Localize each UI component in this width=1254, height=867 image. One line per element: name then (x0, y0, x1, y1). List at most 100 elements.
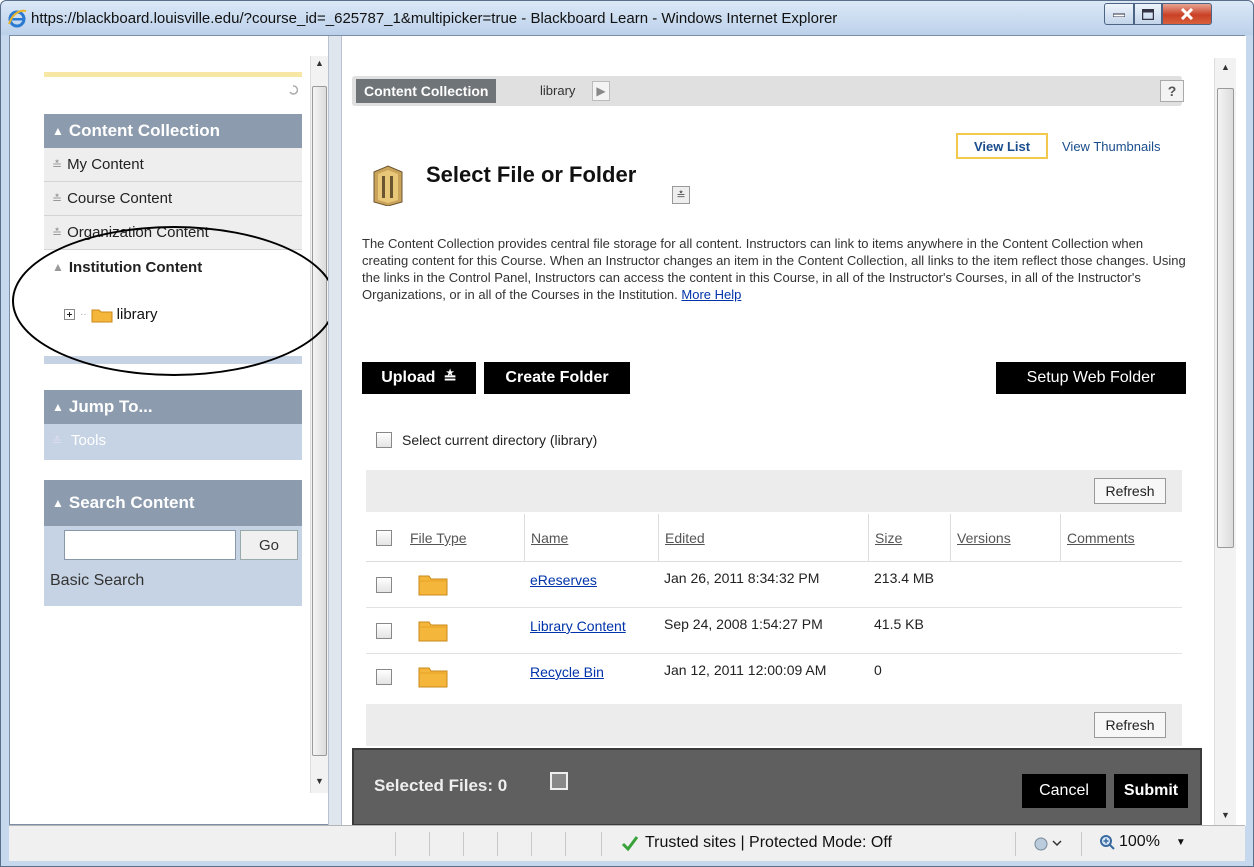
column-edited[interactable]: Edited (658, 514, 868, 562)
refresh-button[interactable]: Refresh (1094, 712, 1166, 738)
internet-explorer-icon (8, 9, 27, 28)
status-divider (1081, 832, 1082, 856)
select-directory-checkbox[interactable] (376, 432, 392, 448)
table-row: Recycle Bin Jan 12, 2011 12:00:09 AM 0 (366, 654, 1182, 700)
security-zone[interactable]: Trusted sites | Protected Mode: Off (621, 834, 892, 852)
status-divider (601, 832, 602, 856)
search-content-header[interactable]: ▲ Search Content (44, 480, 302, 526)
browser-window: https://blackboard.louisville.edu/?cours… (0, 0, 1254, 867)
cancel-button[interactable]: Cancel (1022, 774, 1106, 808)
sidebar-item-course-content[interactable]: ≛ Course Content (44, 182, 302, 216)
search-panel: Go Basic Search (44, 526, 302, 606)
status-divider (497, 832, 498, 856)
table-toolbar-bottom: Refresh (366, 704, 1182, 746)
left-pane-highlight (44, 72, 302, 77)
help-button[interactable]: ? (1160, 80, 1184, 102)
sidebar-item-my-content[interactable]: ≛ My Content (44, 148, 302, 182)
expand-chevron-icon: ≛ (52, 191, 63, 206)
right-pane: Content Collection library ▶ ? View List… (342, 36, 1246, 826)
table-row: Library Content Sep 24, 2008 1:54:27 PM … (366, 608, 1182, 654)
view-list-button[interactable]: View List (956, 133, 1048, 159)
create-folder-button[interactable]: Create Folder (484, 362, 630, 394)
left-pane-vertical-scrollbar[interactable]: ▲ ▼ (310, 56, 328, 793)
close-button[interactable] (1162, 3, 1212, 25)
status-bar: Trusted sites | Protected Mode: Off 100%… (9, 825, 1245, 861)
file-name-link[interactable]: Recycle Bin (530, 664, 604, 680)
column-versions[interactable]: Versions (950, 514, 1060, 562)
file-size: 213.4 MB (874, 570, 934, 586)
dropdown-arrow-icon: ▼ (1175, 836, 1186, 848)
status-divider (565, 832, 566, 856)
minimize-button[interactable] (1104, 3, 1134, 25)
scroll-up-icon[interactable]: ▲ (1221, 62, 1230, 72)
go-button[interactable]: Go (240, 530, 298, 560)
expand-chevron-icon: ≛ (52, 157, 63, 172)
upload-button[interactable]: Upload ≛ (362, 362, 476, 394)
maximize-button[interactable] (1134, 3, 1162, 25)
file-size: 0 (874, 662, 882, 678)
folder-icon (418, 575, 448, 596)
sidebar-item-tools[interactable]: Tools (71, 432, 106, 449)
selection-footer: Selected Files: 0 Cancel Submit (352, 748, 1202, 826)
basic-search-link[interactable]: Basic Search (50, 572, 144, 590)
column-size[interactable]: Size (868, 514, 950, 562)
file-size: 41.5 KB (874, 616, 924, 632)
collapse-icon: ▲ (52, 496, 64, 510)
status-divider (429, 832, 430, 856)
status-divider (531, 832, 532, 856)
protected-mode-icon[interactable] (1033, 835, 1063, 853)
zoom-icon (1100, 835, 1115, 850)
select-all-checkbox[interactable] (376, 530, 392, 546)
breadcrumb-arrow-icon[interactable]: ▶ (592, 81, 610, 101)
status-divider (395, 832, 396, 856)
minimize-icon (1113, 13, 1125, 17)
selected-files-label: Selected Files: 0 (374, 776, 508, 795)
row-checkbox[interactable] (376, 669, 392, 685)
scroll-down-icon[interactable]: ▼ (315, 776, 324, 786)
scroll-up-icon[interactable]: ▲ (315, 58, 324, 68)
dropdown-chevron-icon: ≛ (443, 370, 457, 387)
column-comments[interactable]: Comments (1060, 514, 1182, 562)
row-checkbox[interactable] (376, 577, 392, 593)
content-collection-header[interactable]: ▲ Content Collection (44, 114, 302, 148)
title-bar: https://blackboard.louisville.edu/?cours… (1, 1, 1253, 35)
selected-files-count: 0 (497, 776, 508, 795)
checkmark-icon (621, 836, 639, 851)
select-current-directory[interactable]: Select current directory (library) (376, 432, 597, 448)
breadcrumb-current: library (540, 83, 576, 98)
scroll-down-icon[interactable]: ▼ (1221, 810, 1230, 820)
pane-divider[interactable] (328, 36, 342, 826)
status-divider (463, 832, 464, 856)
jump-to-header[interactable]: ▲ Jump To... (44, 390, 302, 424)
breadcrumb-root[interactable]: Content Collection (356, 79, 497, 103)
scrollbar-thumb[interactable] (1217, 88, 1234, 548)
view-thumbnails-link[interactable]: View Thumbnails (1062, 139, 1161, 154)
expand-selection-icon[interactable] (550, 772, 568, 790)
refresh-arrows-icon[interactable] (288, 84, 298, 98)
submit-button[interactable]: Submit (1114, 774, 1188, 808)
table-row: eReserves Jan 26, 2011 8:34:32 PM 213.4 … (366, 562, 1182, 608)
page-title: Select File or Folder (426, 162, 637, 187)
row-checkbox[interactable] (376, 623, 392, 639)
more-help-link[interactable]: More Help (681, 287, 741, 302)
maximize-icon (1142, 8, 1154, 20)
column-name[interactable]: Name (524, 514, 658, 562)
zoom-control[interactable]: 100% ▼ (1099, 833, 1186, 851)
annotation-circle (12, 226, 328, 376)
collapse-icon: ▲ (52, 124, 64, 138)
file-name-link[interactable]: eReserves (530, 572, 597, 588)
scrollbar-thumb[interactable] (312, 86, 327, 756)
column-file-type[interactable]: File Type (404, 514, 524, 562)
content-collection-icon (373, 165, 403, 206)
search-input[interactable] (64, 530, 236, 560)
file-edited: Jan 12, 2011 12:00:09 AM (664, 662, 827, 678)
breadcrumb: Content Collection library ▶ ? (352, 76, 1184, 106)
right-pane-vertical-scrollbar[interactable]: ▲ ▼ (1214, 58, 1236, 826)
close-icon (1180, 8, 1194, 20)
refresh-button[interactable]: Refresh (1094, 478, 1166, 504)
setup-web-folder-button[interactable]: Setup Web Folder (996, 362, 1186, 394)
table-header: File Type Name Edited Size Versions Comm… (366, 514, 1182, 562)
expand-icon[interactable]: ≛ (672, 186, 690, 204)
expand-chevron-icon: ≛ (52, 225, 63, 240)
file-name-link[interactable]: Library Content (530, 618, 626, 634)
